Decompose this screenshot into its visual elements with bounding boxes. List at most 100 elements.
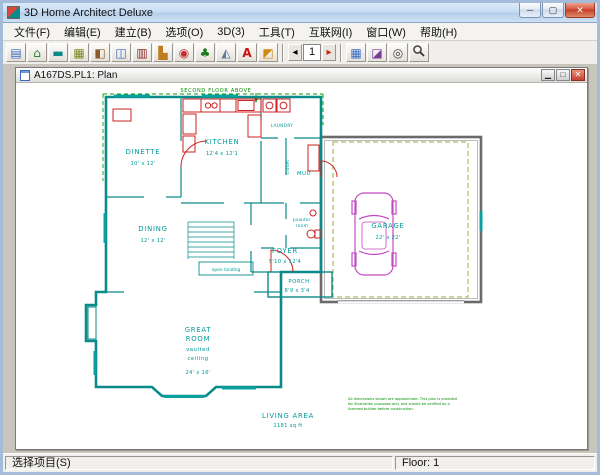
- dims-dinette: 10' x 12': [130, 161, 155, 167]
- label-porch: PORCH: [288, 279, 309, 285]
- refrigerator: [183, 114, 196, 134]
- house-builder-icon: ⌂: [28, 45, 46, 61]
- text-tool-icon: A: [238, 45, 256, 61]
- status-floor: Floor: 1: [395, 456, 595, 470]
- dryer: [277, 99, 290, 112]
- floor-plan: SECOND FLOOR ABOVE: [16, 83, 587, 449]
- roof-tool-button[interactable]: ◭: [216, 43, 236, 62]
- floor-next-button[interactable]: ▸: [322, 44, 336, 61]
- plan-note: All dimensions shown are approximate. Th…: [348, 397, 457, 411]
- zoom-button[interactable]: [409, 43, 429, 62]
- room-tool-button[interactable]: ▦: [69, 43, 89, 62]
- document-title: A167DS.PL1: Plan: [34, 70, 540, 81]
- mdi-client-area: A167DS.PL1: Plan ▁ □ ✕ SECOND FLOOR ABOV…: [3, 65, 597, 453]
- menu-tools[interactable]: 工具(T): [252, 22, 302, 42]
- document-maximize-button[interactable]: □: [556, 69, 570, 81]
- menu-build[interactable]: 建立(B): [108, 22, 159, 42]
- status-bar: 选择项目(S) Floor: 1: [3, 453, 597, 472]
- floor-prev-button[interactable]: ◂: [288, 44, 302, 61]
- room-tool-icon: ▦: [70, 45, 88, 61]
- svg-text:All dimensions shown are appro: All dimensions shown are approximate. Th…: [348, 397, 457, 401]
- label-great-3: vaulted: [186, 347, 210, 353]
- door-tool-button[interactable]: ◧: [90, 43, 110, 62]
- dims-kitchen: 12'4 x 12'1: [206, 151, 238, 157]
- washer: [263, 99, 276, 112]
- plan-view-icon: ▦: [347, 45, 365, 61]
- close-button[interactable]: ✕: [565, 3, 595, 18]
- menu-window[interactable]: 窗口(W): [359, 22, 413, 42]
- kitchen-door-swing: [181, 141, 207, 167]
- kitchen-sink: [205, 103, 210, 108]
- label-powder-2: room: [296, 223, 308, 228]
- plant-tool-button[interactable]: ♣: [195, 43, 215, 62]
- minimize-button[interactable]: ─: [519, 3, 541, 18]
- label-great-4: ceiling: [187, 356, 208, 362]
- menu-help[interactable]: 帮助(H): [413, 22, 464, 42]
- fixtures: [113, 99, 337, 272]
- menu-internet[interactable]: 互联网(I): [302, 22, 359, 42]
- label-great-2: ROOM: [186, 335, 211, 343]
- hutch: [113, 109, 131, 121]
- dims-great: 24' x 16': [185, 370, 210, 376]
- status-message: 选择项目(S): [5, 456, 393, 470]
- palette-button[interactable]: ◩: [258, 43, 278, 62]
- new-plan-icon: ▤: [7, 45, 25, 61]
- powder-sink: [310, 210, 316, 216]
- plan-view-button[interactable]: ▦: [346, 43, 366, 62]
- label-closet: closet: [285, 160, 290, 175]
- document-title-bar[interactable]: A167DS.PL1: Plan ▁ □ ✕: [16, 68, 587, 83]
- document-close-button[interactable]: ✕: [571, 69, 585, 81]
- roof-tool-icon: ◭: [217, 45, 235, 61]
- label-powder-1: powder: [293, 217, 311, 222]
- window-tool-button[interactable]: ◫: [111, 43, 131, 62]
- menu-edit[interactable]: 编辑(E): [57, 22, 108, 42]
- label-garage: GARAGE: [371, 222, 404, 230]
- palette-icon: ◩: [259, 45, 277, 61]
- menu-options[interactable]: 选项(O): [158, 22, 210, 42]
- second-floor-label: SECOND FLOOR ABOVE: [180, 88, 251, 94]
- dims-living-area: 1181 sq ft: [273, 423, 302, 429]
- dims-garage: 22' x 22': [375, 235, 400, 241]
- svg-text:licensed builder before constr: licensed builder before construction.: [348, 407, 414, 411]
- title-bar[interactable]: 3D Home Architect Deluxe ─ ▢ ✕: [3, 3, 597, 23]
- label-open-landing: open landing: [212, 267, 241, 273]
- menu-file[interactable]: 文件(F): [7, 22, 57, 42]
- room-labels: DINETTE 10' x 12' KITCHEN 12'4 x 12'1 LA…: [126, 123, 405, 429]
- wall-tool-icon: ▬: [49, 45, 67, 61]
- document-minimize-button[interactable]: ▁: [541, 69, 555, 81]
- app-icon: [7, 6, 20, 19]
- furniture-tool-button[interactable]: ▙: [153, 43, 173, 62]
- app-window: 3D Home Architect Deluxe ─ ▢ ✕ 文件(F) 编辑(…: [0, 0, 600, 475]
- fireplace: [88, 307, 96, 339]
- floor-spinner[interactable]: 1: [303, 44, 321, 61]
- window-title: 3D Home Architect Deluxe: [24, 7, 519, 19]
- label-foyer: FOYER: [272, 247, 298, 255]
- camera-view-button[interactable]: ◎: [388, 43, 408, 62]
- menu-3d[interactable]: 3D(3): [210, 24, 252, 40]
- view-3d-button[interactable]: ◪: [367, 43, 387, 62]
- wall-tool-button[interactable]: ▬: [48, 43, 68, 62]
- dims-foyer: 5'10 x 12'4: [269, 259, 302, 265]
- plan-document-window: A167DS.PL1: Plan ▁ □ ✕ SECOND FLOOR ABOV…: [15, 67, 588, 450]
- view-3d-icon: ◪: [368, 45, 386, 61]
- menu-bar: 文件(F) 编辑(E) 建立(B) 选项(O) 3D(3) 工具(T) 互联网(…: [3, 23, 597, 41]
- floor-plan-canvas[interactable]: SECOND FLOOR ABOVE: [16, 83, 587, 449]
- new-plan-button[interactable]: ▤: [6, 43, 26, 62]
- dims-porch: 8'9 x 3'4: [284, 288, 310, 294]
- toolbar-separator: [282, 44, 284, 62]
- door-tool-icon: ◧: [91, 45, 109, 61]
- text-tool-button[interactable]: A: [237, 43, 257, 62]
- garage-door-swing: [321, 161, 337, 177]
- maximize-button[interactable]: ▢: [542, 3, 564, 18]
- cabinet-tool-button[interactable]: ▥: [132, 43, 152, 62]
- furniture-tool-icon: ▙: [154, 45, 172, 61]
- svg-text:for illustration purposes only: for illustration purposes only and shoul…: [348, 402, 450, 406]
- label-dinette: DINETTE: [126, 148, 161, 156]
- mud-bench: [308, 145, 319, 171]
- window-controls: ─ ▢ ✕: [519, 3, 595, 18]
- label-living-area: LIVING AREA: [262, 412, 314, 420]
- fixture-tool-button[interactable]: ◉: [174, 43, 194, 62]
- house-builder-button[interactable]: ⌂: [27, 43, 47, 62]
- label-great-1: GREAT: [185, 326, 212, 334]
- toolbar-separator: [340, 44, 342, 62]
